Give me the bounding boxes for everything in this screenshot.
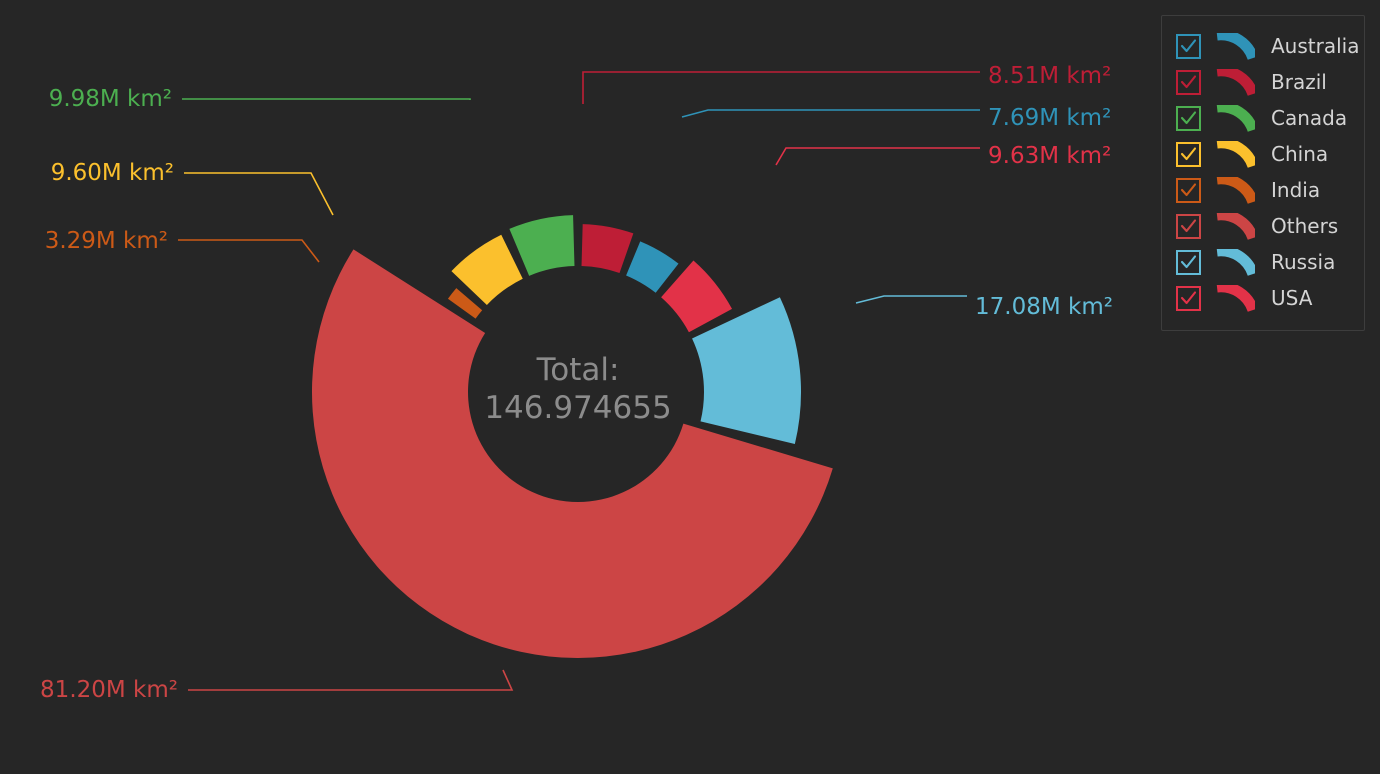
legend-swatch-india: [1215, 172, 1259, 204]
legend-label: Others: [1271, 214, 1339, 238]
legend-item-brazil[interactable]: Brazil: [1176, 64, 1354, 100]
leader-line-russia: [855, 295, 967, 304]
legend-swatch-brazil: [1215, 64, 1259, 96]
legend-label: USA: [1271, 286, 1313, 310]
legend-swatch-china: [1215, 136, 1259, 168]
pie-slice-canada[interactable]: [509, 215, 575, 276]
value-label-usa: 9.63M km²: [988, 143, 1111, 169]
legend-swatch-others: [1215, 208, 1259, 240]
legend-label: Australia: [1271, 34, 1360, 58]
legend-label: India: [1271, 178, 1321, 202]
center-total-value: 146.974655: [484, 390, 671, 426]
leader-line-australia: [681, 109, 980, 118]
value-label-canada: 9.98M km²: [49, 86, 172, 112]
legend-item-china[interactable]: China: [1176, 136, 1354, 172]
legend-item-russia[interactable]: Russia: [1176, 244, 1354, 280]
checkbox-checked-icon[interactable]: [1176, 213, 1201, 239]
center-total-label: Total:: [536, 352, 620, 388]
legend-swatch-canada: [1215, 100, 1259, 132]
checkbox-checked-icon[interactable]: [1176, 249, 1201, 275]
legend-swatch-australia: [1215, 28, 1259, 60]
legend-swatch-usa: [1215, 280, 1259, 312]
checkbox-checked-icon[interactable]: [1176, 285, 1201, 311]
checkbox-checked-icon[interactable]: [1176, 33, 1201, 59]
checkbox-checked-icon[interactable]: [1176, 177, 1201, 203]
legend-item-india[interactable]: India: [1176, 172, 1354, 208]
leader-line-india: [178, 239, 320, 263]
value-label-china: 9.60M km²: [51, 160, 174, 186]
legend-swatch-russia: [1215, 244, 1259, 276]
value-label-brazil: 8.51M km²: [988, 63, 1111, 89]
leader-line-brazil: [582, 71, 980, 104]
legend-item-others[interactable]: Others: [1176, 208, 1354, 244]
legend-item-australia[interactable]: Australia: [1176, 28, 1359, 64]
legend-label: Canada: [1271, 106, 1348, 130]
pie-slice-australia[interactable]: [626, 241, 679, 293]
chart-canvas: 8.51M km² 7.69M km² 9.63M km² 17.08M km² 81.…: [0, 0, 1380, 774]
checkbox-checked-icon[interactable]: [1176, 141, 1201, 167]
leader-line-others: [188, 669, 514, 691]
legend-label: Russia: [1271, 250, 1336, 274]
value-label-australia: 7.69M km²: [988, 105, 1111, 131]
legend-label: Brazil: [1271, 70, 1327, 94]
legend-item-usa[interactable]: USA: [1176, 280, 1354, 316]
leader-line-canada: [182, 98, 471, 100]
value-label-russia: 17.08M km²: [975, 294, 1113, 320]
pie-slices-group: [311, 215, 833, 659]
pie-slice-brazil[interactable]: [581, 224, 634, 274]
leader-line-china: [184, 172, 334, 216]
value-label-india: 3.29M km²: [45, 228, 168, 254]
value-label-others: 81.20M km²: [40, 677, 178, 703]
legend-item-canada[interactable]: Canada: [1176, 100, 1354, 136]
leader-line-usa: [775, 147, 980, 166]
legend-label: China: [1271, 142, 1329, 166]
checkbox-checked-icon[interactable]: [1176, 69, 1201, 95]
checkbox-checked-icon[interactable]: [1176, 105, 1201, 131]
chart-legend[interactable]: Australia Brazil Canada China India Others Rus…: [1161, 15, 1365, 331]
